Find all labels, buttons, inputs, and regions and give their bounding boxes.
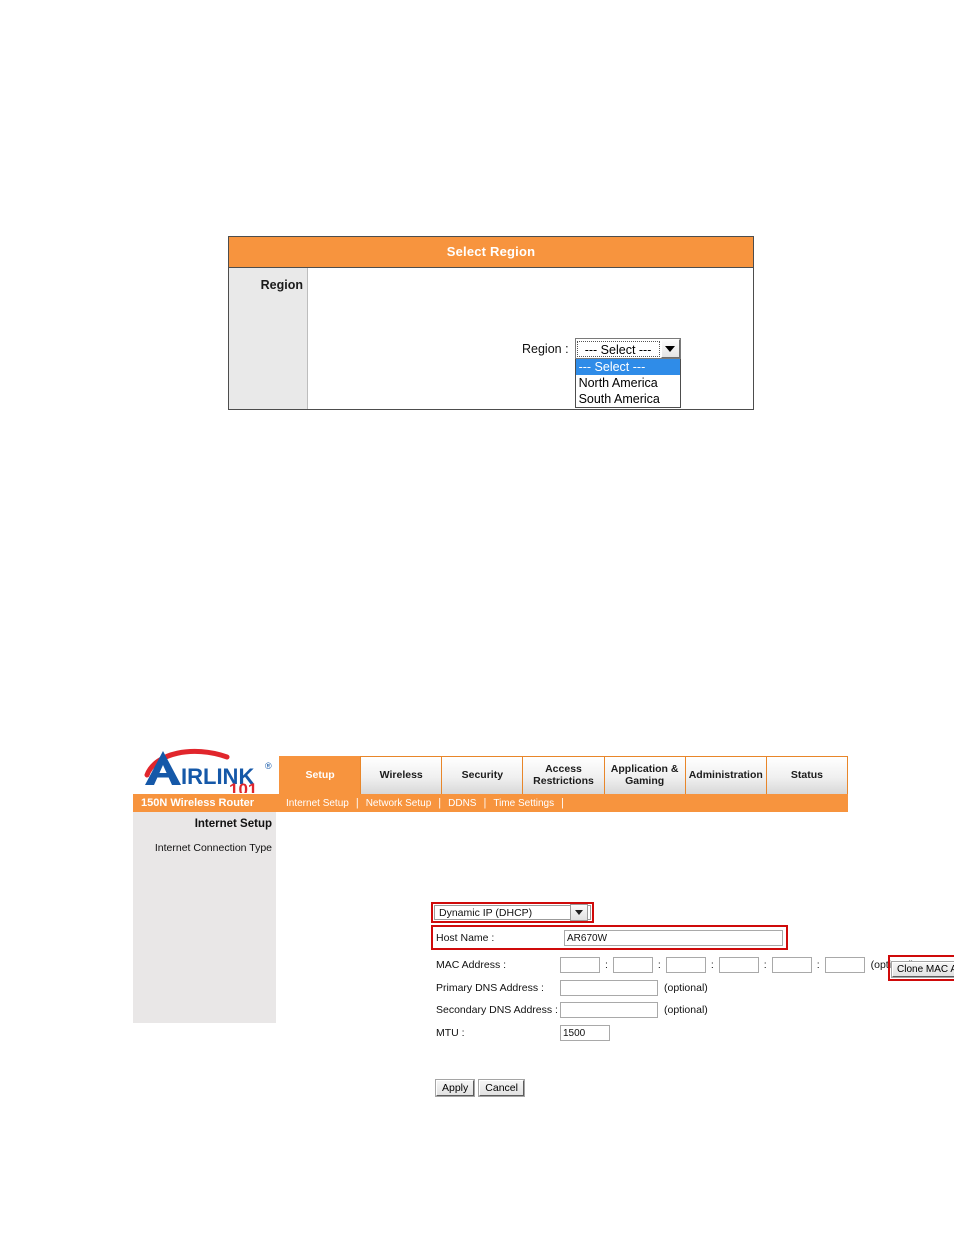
region-select-dropdown[interactable]: --- Select --- North America South Ameri… (574, 359, 681, 408)
airlink-logo: IRLINK ® 101 (133, 746, 279, 794)
region-option-select[interactable]: --- Select --- (575, 359, 680, 375)
tab-setup[interactable]: Setup (279, 756, 361, 794)
clone-mac-address-button[interactable]: Clone MAC Address (890, 961, 954, 978)
host-name-input[interactable]: AR670W (564, 929, 783, 946)
subnav-divider: | (483, 797, 487, 809)
primary-dns-label: Primary DNS Address : (436, 982, 544, 994)
tab-administration[interactable]: Administration (684, 756, 766, 794)
subnav-item-internet-setup[interactable]: Internet Setup (279, 798, 356, 809)
router-admin-ui: IRLINK ® 101 Setup Wireless Security Acc… (133, 746, 954, 1097)
mac-octet-5[interactable] (771, 957, 812, 973)
tab-security[interactable]: Security (441, 756, 523, 794)
mtu-row: MTU : 1500 (436, 1025, 610, 1041)
form-action-buttons: Apply Cancel (434, 1079, 525, 1097)
region-field-label: Region : (522, 342, 569, 356)
tab-administration-label: Administration (688, 768, 763, 781)
mac-separator: : (657, 959, 661, 971)
region-select-value: --- Select --- (576, 340, 660, 357)
apply-button[interactable]: Apply (434, 1079, 476, 1097)
tab-access-restrictions-label: Access Restrictions (533, 762, 594, 787)
host-name-label: Host Name : (436, 931, 495, 944)
primary-dns-optional-note: (optional) (664, 982, 708, 994)
region-select-wrapper: --- Select --- --- Select --- North Amer… (574, 338, 681, 408)
secondary-dns-row: Secondary DNS Address : (optional) (436, 1002, 708, 1018)
internet-connection-type-select[interactable]: Dynamic IP (DHCP) (431, 902, 594, 923)
cancel-button[interactable]: Cancel (478, 1079, 525, 1097)
secondary-dns-optional-note: (optional) (664, 1004, 708, 1016)
mac-separator: : (710, 959, 714, 971)
host-name-row: Host Name : AR670W (431, 925, 788, 950)
connection-type-value: Dynamic IP (DHCP) (439, 906, 533, 919)
subnav-item-network-setup[interactable]: Network Setup (359, 798, 439, 809)
secondary-dns-label: Secondary DNS Address : (436, 1004, 558, 1016)
region-option-south-america[interactable]: South America (576, 391, 680, 407)
router-header: IRLINK ® 101 Setup Wireless Security Acc… (133, 746, 848, 794)
mac-separator: : (605, 959, 608, 971)
subnav-item-time-settings[interactable]: Time Settings (486, 798, 561, 809)
chevron-down-icon[interactable] (660, 339, 680, 358)
subnav-item-ddns[interactable]: DDNS (441, 798, 483, 809)
mac-octet-2[interactable] (612, 957, 653, 973)
product-name-label: 150N Wireless Router (141, 797, 255, 809)
mtu-input[interactable]: 1500 (560, 1025, 610, 1041)
select-region-panel: Select Region Region Region : --- Select… (228, 236, 754, 410)
mtu-label: MTU : (436, 1027, 465, 1039)
primary-dns-input[interactable] (560, 980, 658, 996)
page-title: Internet Setup (194, 818, 272, 830)
router-form-area: Dynamic IP (DHCP) Host Name : AR670W MAC… (276, 812, 954, 1097)
airlink-logo-icon: IRLINK ® 101 (144, 748, 272, 793)
region-left-column: Region (229, 268, 308, 409)
tab-status-label: Status (790, 768, 823, 781)
sub-navigation-items: Internet Setup | Network Setup | DDNS | … (279, 797, 848, 809)
tab-setup-label: Setup (305, 768, 335, 781)
chevron-down-icon[interactable] (570, 904, 588, 921)
select-region-body: Region Region : --- Select --- --- Selec… (229, 267, 753, 409)
tab-security-label: Security (461, 768, 504, 781)
sub-navigation-bar: 150N Wireless Router Internet Setup | Ne… (133, 794, 848, 812)
region-select-row: Region : --- Select --- --- Select --- N… (522, 338, 681, 408)
mac-separator: : (816, 959, 820, 971)
primary-dns-row: Primary DNS Address : (optional) (436, 980, 708, 996)
tab-wireless-label: Wireless (379, 768, 423, 781)
clone-mac-address-highlight: Clone MAC Address (888, 955, 954, 981)
select-region-title: Select Region (229, 237, 753, 267)
mac-separator: : (763, 959, 767, 971)
subnav-divider: | (355, 797, 359, 809)
region-right-column: Region : --- Select --- --- Select --- N… (308, 268, 753, 409)
tab-wireless[interactable]: Wireless (360, 756, 442, 794)
internet-connection-type-label: Internet Connection Type (154, 842, 272, 854)
region-option-north-america[interactable]: North America (576, 375, 680, 391)
mac-address-label: MAC Address : (436, 959, 507, 971)
mac-address-row: MAC Address : : : : : : (optional) (436, 957, 954, 973)
mac-octet-4[interactable] (718, 957, 759, 973)
region-select[interactable]: --- Select --- (574, 338, 681, 359)
tab-status[interactable]: Status (765, 756, 848, 794)
svg-text:101: 101 (229, 780, 257, 793)
connection-type-select-inner: Dynamic IP (DHCP) (434, 904, 591, 921)
mac-octet-1[interactable] (560, 957, 600, 973)
main-tabs: Setup Wireless Security Access Restricti… (279, 756, 848, 794)
tab-application-gaming[interactable]: Application & Gaming (603, 756, 685, 794)
subnav-divider: | (561, 797, 564, 809)
mac-octet-3[interactable] (665, 957, 706, 973)
mac-octet-6[interactable] (824, 957, 865, 973)
svg-text:®: ® (265, 761, 272, 771)
tab-application-gaming-label: Application & Gaming (610, 762, 679, 787)
subnav-divider: | (438, 797, 442, 809)
router-content: Internet Setup Internet Connection Type … (133, 812, 954, 1097)
region-column-label: Region (260, 278, 303, 292)
tab-access-restrictions[interactable]: Access Restrictions (522, 756, 604, 794)
secondary-dns-input[interactable] (560, 1002, 658, 1018)
router-left-column: Internet Setup Internet Connection Type (133, 812, 276, 1023)
